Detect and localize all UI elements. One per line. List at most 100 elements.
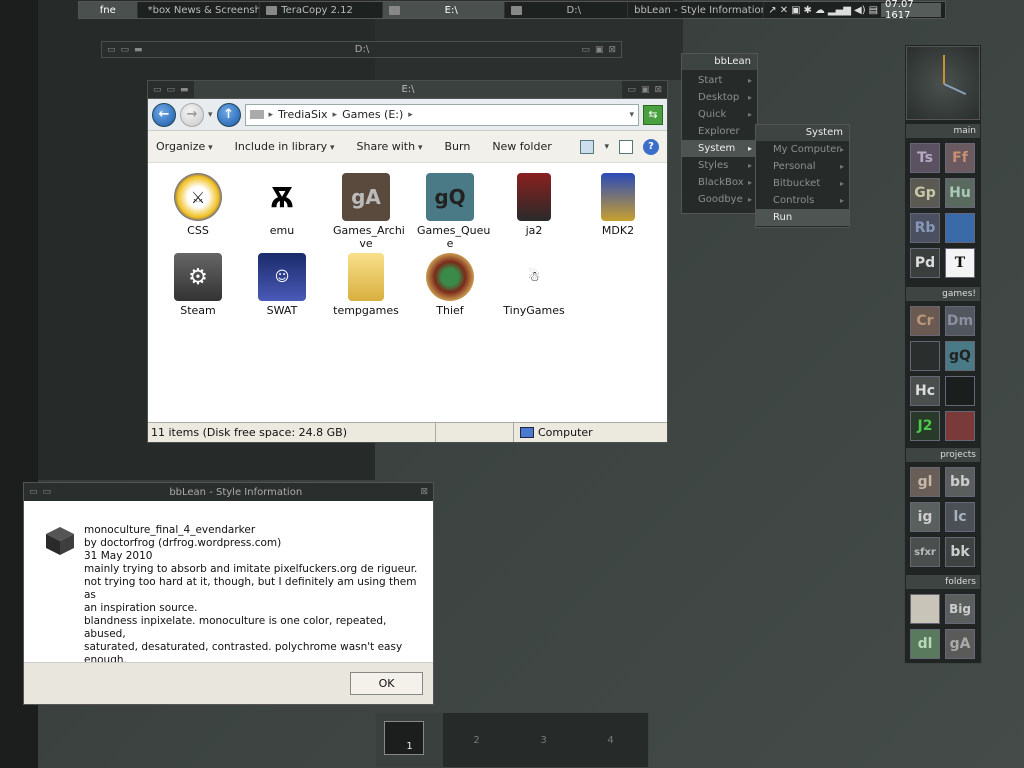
dl-icon[interactable]: dl	[910, 629, 940, 659]
menu-item-desktop[interactable]: Desktop	[682, 89, 757, 106]
taskbar-item-teracopy[interactable]: TeraCopy 2.12	[260, 2, 383, 18]
workspace-4[interactable]: 4	[577, 713, 644, 767]
minimize-icon[interactable]: ▭	[153, 85, 162, 95]
taskbar-item-box-news[interactable]: *box News & Screensh...	[138, 2, 261, 18]
menu-item-system[interactable]: System	[682, 140, 757, 157]
taskbar-item-fne[interactable]: fne	[79, 2, 138, 18]
workspace-3[interactable]: 3	[510, 713, 577, 767]
cr-icon[interactable]: Cr	[910, 306, 940, 336]
forward-button[interactable]: →	[180, 102, 204, 127]
workspace-1[interactable]: 1	[376, 713, 443, 767]
minimize-icon[interactable]: ▭	[107, 45, 116, 55]
burn-button[interactable]: Burn	[444, 140, 470, 153]
diamond-icon[interactable]	[945, 376, 975, 406]
file-item[interactable]: gQ Games_Queu e	[417, 173, 490, 250]
new-folder-button[interactable]: New folder	[492, 140, 551, 153]
workspace-2[interactable]: 2	[443, 713, 510, 767]
dialog-titlebar[interactable]: ▭ ▭ bbLean - Style Information ⊠	[24, 483, 433, 501]
share-with-button[interactable]: Share with	[357, 140, 423, 153]
bb-icon[interactable]: bb	[945, 467, 975, 497]
tray-tool-icon[interactable]: ✕	[780, 5, 788, 16]
tray-network-icon[interactable]: ▤	[869, 5, 878, 16]
menu-item-run[interactable]: Run	[756, 209, 849, 226]
taskbar-item-e-drive[interactable]: E:\	[382, 2, 506, 18]
file-item[interactable]: ⚔ CSS	[165, 173, 231, 237]
menu-item-controls[interactable]: Controls	[756, 192, 849, 209]
address-input[interactable]: ▸ TrediaSix ▸ Games (E:) ▸ ▾	[244, 103, 639, 126]
bk-icon[interactable]: bk	[945, 537, 975, 567]
breadcrumb-games[interactable]: Games (E:)	[342, 108, 403, 121]
include-in-library-button[interactable]: Include in library	[235, 140, 335, 153]
close-icon[interactable]: ⊠	[608, 45, 616, 55]
ts-icon[interactable]: Ts	[910, 143, 940, 173]
lc-icon[interactable]: lc	[945, 502, 975, 532]
pd-icon[interactable]: Pd	[910, 248, 940, 278]
folder-icon[interactable]	[910, 594, 940, 624]
restore-icon[interactable]: ▭	[627, 85, 636, 95]
up-button[interactable]: ↑	[216, 102, 241, 127]
menu-item-bitbucket[interactable]: Bitbucket	[756, 175, 849, 192]
ok-button[interactable]: OK	[350, 672, 423, 695]
shaded-window-d[interactable]: ▭ ▭ ▬ D:\ ▭ ▣ ⊠	[101, 41, 622, 58]
nytimes-icon[interactable]: T	[945, 248, 975, 278]
close-icon[interactable]: ⊠	[420, 487, 428, 497]
tray-app-icon[interactable]: ✱	[804, 5, 812, 16]
taskbar-item-style-info[interactable]: bbLean - Style Information	[628, 2, 765, 18]
preview-pane-icon[interactable]	[619, 139, 633, 154]
clock[interactable]: 07.07 1617	[881, 0, 941, 21]
gq-icon[interactable]: gQ	[945, 341, 975, 371]
game-art-icon[interactable]	[945, 411, 975, 441]
ga-icon[interactable]: gA	[945, 629, 975, 659]
gp-icon[interactable]: Gp	[910, 178, 940, 208]
maximize-icon[interactable]: ▣	[641, 85, 650, 95]
breadcrumb-trediasix[interactable]: TrediaSix	[278, 108, 327, 121]
sfxr-icon[interactable]: sfxr	[910, 537, 940, 567]
change-view-icon[interactable]	[580, 139, 595, 154]
close-icon[interactable]: ⊠	[654, 85, 662, 95]
file-item[interactable]: Ѫ emu	[249, 173, 315, 237]
rb-icon[interactable]: Rb	[910, 213, 940, 243]
tray-monitor-icon[interactable]: ▣	[791, 5, 800, 16]
ig-icon[interactable]: ig	[910, 502, 940, 532]
menu-item-quick[interactable]: Quick	[682, 106, 757, 123]
ja2-slit-icon[interactable]: J2	[910, 411, 940, 441]
shade-icon[interactable]: ▭	[167, 85, 176, 95]
ff-icon[interactable]: Ff	[945, 143, 975, 173]
file-item[interactable]: tempgames	[333, 253, 399, 317]
breadcrumb-separator-icon[interactable]: ▸	[333, 110, 338, 120]
explorer-titlebar[interactable]: ▭ ▭ ▬ E:\ ▭ ▣ ⊠	[148, 81, 667, 99]
breadcrumb-separator-icon[interactable]: ▸	[269, 110, 274, 120]
dm-icon[interactable]: Dm	[945, 306, 975, 336]
ship-icon[interactable]	[910, 341, 940, 371]
monitor-icon[interactable]	[945, 213, 975, 243]
refresh-button[interactable]: ⇆	[643, 104, 663, 125]
file-item[interactable]: ☺ SWAT	[249, 253, 315, 317]
gl-icon[interactable]: gl	[910, 467, 940, 497]
minimize-icon[interactable]: ▭	[29, 487, 38, 497]
file-item[interactable]: Thief	[417, 253, 483, 317]
restore-icon[interactable]: ▭	[581, 45, 590, 55]
menu-item-personal[interactable]: Personal	[756, 158, 849, 175]
file-item[interactable]: ⚙ Steam	[165, 253, 231, 317]
help-icon[interactable]: ?	[643, 138, 659, 155]
file-item[interactable]: ☃ TinyGames	[501, 253, 567, 317]
history-dropdown-icon[interactable]: ▾	[208, 110, 213, 120]
view-dropdown-icon[interactable]: ▾	[604, 142, 609, 152]
tray-arrow-icon[interactable]: ↗	[768, 5, 776, 16]
menu-item-goodbye[interactable]: Goodbye	[682, 191, 757, 208]
address-dropdown-icon[interactable]: ▾	[629, 110, 634, 120]
menu-item-explorer[interactable]: Explorer	[682, 123, 757, 140]
back-button[interactable]: ←	[152, 102, 176, 127]
tray-signal-icon[interactable]: ▂▄▆	[828, 5, 851, 16]
file-item[interactable]: ja2	[501, 173, 567, 237]
menu-item-start[interactable]: Start	[682, 72, 757, 89]
menu-item-styles[interactable]: Styles	[682, 157, 757, 174]
menu-item-blackbox[interactable]: BlackBox	[682, 174, 757, 191]
shade-icon[interactable]: ▭	[43, 487, 52, 497]
file-item[interactable]: gA Games_Archi ve	[333, 173, 405, 250]
organize-button[interactable]: Organize	[156, 140, 213, 153]
breadcrumb-separator-icon[interactable]: ▸	[408, 110, 413, 120]
shade-icon[interactable]: ▭	[121, 45, 130, 55]
maximize-icon[interactable]: ▣	[595, 45, 604, 55]
file-item[interactable]: MDK2	[585, 173, 651, 237]
